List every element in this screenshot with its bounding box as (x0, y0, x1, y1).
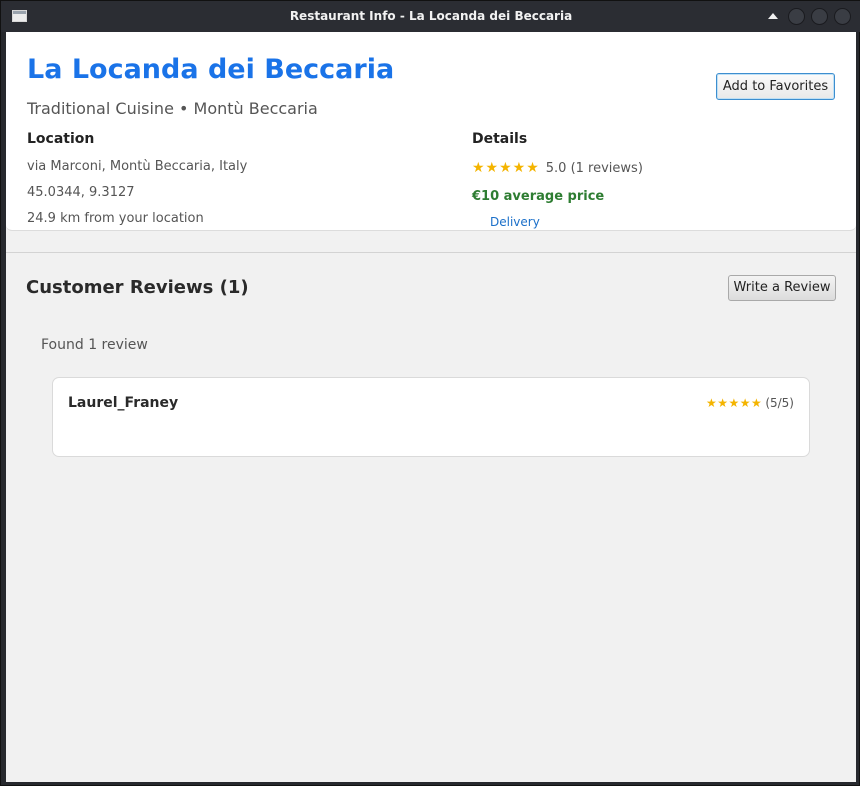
restaurant-header-card: La Locanda dei Beccaria Traditional Cuis… (6, 32, 856, 231)
reviews-found-text: Found 1 review (41, 337, 148, 353)
reviews-heading: Customer Reviews (1) (26, 277, 249, 298)
location-distance: 24.9 km from your location (27, 211, 204, 226)
minimize-button[interactable] (788, 8, 805, 25)
section-divider (6, 252, 856, 253)
review-rating: ★★★★★ (5/5) (706, 396, 794, 410)
review-author: Laurel_Franey (68, 395, 179, 411)
delivery-link[interactable]: Delivery (490, 215, 540, 229)
title-bar[interactable]: Restaurant Info - La Locanda dei Beccari… (1, 1, 860, 32)
average-price: €10 average price (472, 189, 605, 204)
review-star-icon: ★★★★★ (706, 396, 763, 410)
review-score: (5/5) (765, 396, 794, 410)
restaurant-subtitle: Traditional Cuisine • Montù Beccaria (27, 99, 318, 118)
write-review-button[interactable]: Write a Review (728, 275, 836, 301)
star-rating-icon: ★★★★★ (472, 160, 540, 176)
details-label: Details (472, 131, 528, 147)
window-title: Restaurant Info - La Locanda dei Beccari… (289, 9, 573, 23)
review-card: Laurel_Franey ★★★★★ (5/5) (52, 377, 810, 457)
rating-row: ★★★★★ 5.0 (1 reviews) (472, 160, 643, 176)
maximize-button[interactable] (811, 8, 828, 25)
add-to-favorites-button[interactable]: Add to Favorites (716, 73, 835, 100)
restaurant-name: La Locanda dei Beccaria (27, 54, 395, 85)
app-window: Restaurant Info - La Locanda dei Beccari… (0, 0, 860, 786)
location-address: via Marconi, Montù Beccaria, Italy (27, 159, 248, 174)
location-coordinates: 45.0344, 9.3127 (27, 185, 135, 200)
keep-above-icon[interactable] (768, 13, 778, 19)
close-button[interactable] (834, 8, 851, 25)
rating-text: 5.0 (1 reviews) (545, 160, 643, 176)
location-label: Location (27, 131, 95, 147)
content-area: La Locanda dei Beccaria Traditional Cuis… (6, 32, 856, 782)
